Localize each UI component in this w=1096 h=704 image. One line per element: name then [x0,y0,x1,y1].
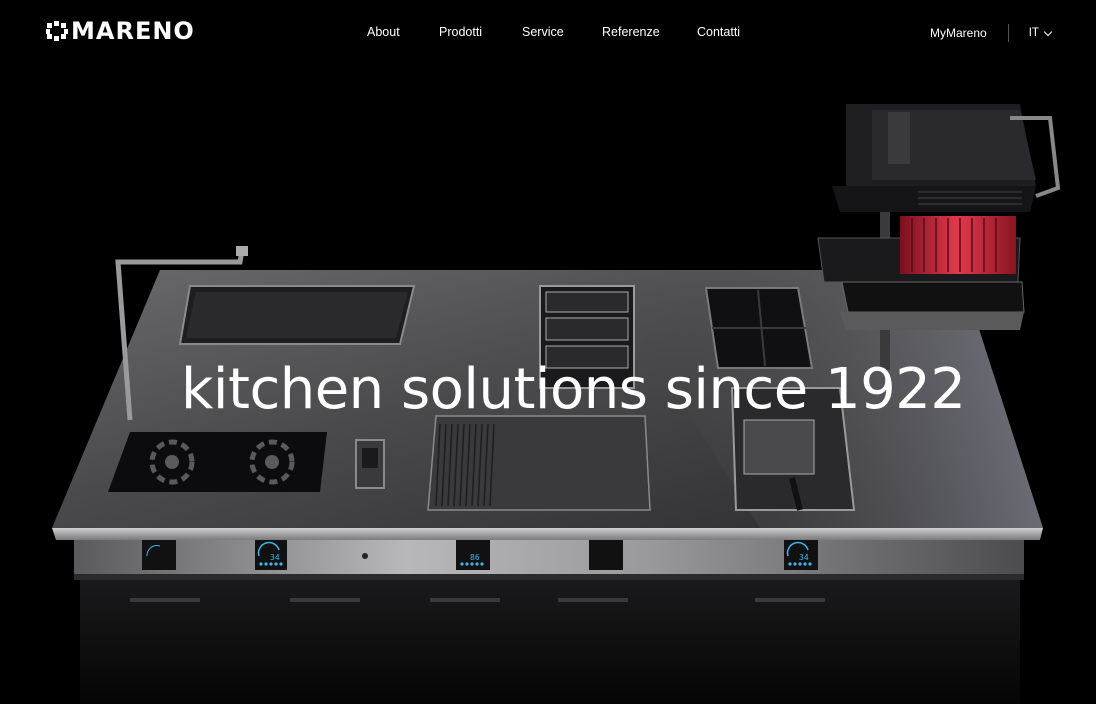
page: 34 86 34 MARENO About Prodotti Service R… [0,0,1096,704]
display-reading-3: 34 [799,553,809,562]
nav-item-service[interactable]: Service [522,23,564,41]
language-label: IT [1028,27,1039,39]
nav-item-about[interactable]: About [367,23,400,41]
site-header: MARENO About Prodotti Service Referenze … [0,0,1096,62]
hero-image: 34 86 34 [0,0,1096,704]
chevron-down-icon [1043,27,1053,36]
display-reading-1: 34 [270,553,280,562]
language-selector[interactable]: IT [1028,27,1053,39]
hero-headline: kitchen solutions since 1922 [181,357,966,422]
nav-item-referenze[interactable]: Referenze [602,23,660,41]
utility-nav: MyMareno IT [930,24,1053,42]
kitchen-island-illustration: 34 86 34 [52,104,1061,704]
nav-divider [1007,24,1009,42]
nav-item-prodotti[interactable]: Prodotti [439,23,482,41]
nav-item-contatti[interactable]: Contatti [697,23,740,41]
mymareno-link[interactable]: MyMareno [930,24,987,42]
display-reading-2: 86 [470,553,480,562]
